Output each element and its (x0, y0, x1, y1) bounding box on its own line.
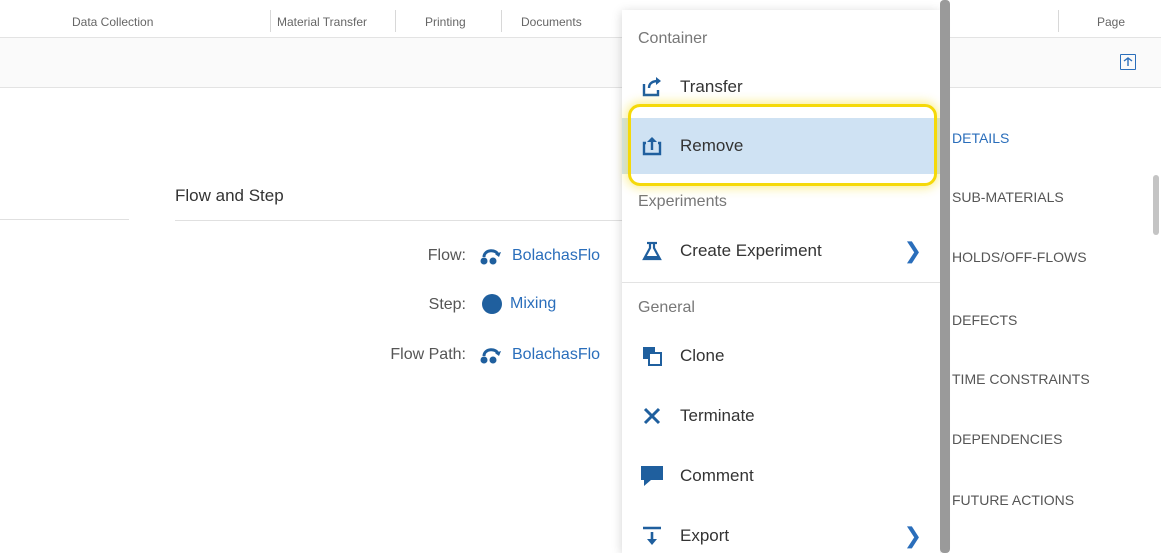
menu-item-terminate[interactable]: Terminate (622, 388, 940, 444)
context-menu: Container Transfer Remove Experiments Cr… (622, 10, 940, 553)
export-icon (640, 524, 664, 548)
tab-material-transfer[interactable]: Material Transfer (277, 0, 367, 38)
menu-scrollbar[interactable] (940, 0, 950, 553)
menu-item-label: Export (680, 526, 730, 545)
menu-item-remove[interactable]: Remove (622, 118, 940, 174)
flow-label: Flow: (427, 247, 466, 264)
step-link[interactable]: Mixing (482, 294, 556, 314)
nav-holds-off-flows[interactable]: HOLDS/OFF-FLOWS (952, 249, 1087, 265)
divider (0, 219, 129, 220)
chevron-right-icon: ❯ (903, 523, 922, 548)
flask-icon (640, 239, 664, 263)
nav-details[interactable]: DETAILS (952, 130, 1009, 146)
menu-item-label: Clone (680, 346, 725, 365)
tab-page[interactable]: Page (1097, 0, 1125, 38)
tab-printing[interactable]: Printing (425, 0, 466, 38)
tab-separator (270, 10, 271, 32)
menu-item-label: Remove (680, 136, 744, 155)
flow-link[interactable]: BolachasFlo (480, 246, 600, 266)
flow-path-label: Flow Path: (390, 346, 466, 363)
nav-dependencies[interactable]: DEPENDENCIES (952, 431, 1062, 447)
menu-item-label: Transfer (680, 77, 743, 96)
flow-path-value[interactable]: BolachasFlo (512, 346, 600, 364)
section-title: Flow and Step (175, 186, 284, 205)
flow-icon (480, 249, 501, 265)
top-tab-bar: Data Collection Material Transfer Printi… (0, 0, 1161, 38)
clone-icon (640, 344, 664, 368)
nav-time-constraints[interactable]: TIME CONSTRAINTS (952, 371, 1090, 387)
step-value[interactable]: Mixing (510, 295, 556, 313)
menu-section-header-general: General (638, 299, 695, 316)
tab-separator (501, 10, 502, 32)
tab-separator (395, 10, 396, 32)
menu-item-label: Terminate (680, 406, 755, 425)
menu-item-label: Create Experiment (680, 241, 822, 260)
chevron-right-icon: ❯ (903, 238, 922, 263)
remove-icon (640, 134, 664, 158)
menu-section-header-experiments: Experiments (638, 193, 727, 210)
menu-item-clone[interactable]: Clone (622, 328, 940, 384)
collapse-panel-button[interactable] (1120, 54, 1136, 70)
flow-path-link[interactable]: BolachasFlo (480, 345, 600, 365)
scrollbar[interactable] (1153, 175, 1159, 235)
step-dot-icon (482, 294, 502, 314)
menu-item-create-experiment[interactable]: Create Experiment ❯ (622, 223, 940, 279)
nav-sub-materials[interactable]: SUB-MATERIALS (952, 189, 1064, 205)
tab-separator (1058, 10, 1059, 32)
tab-documents[interactable]: Documents (521, 0, 582, 38)
transfer-icon (640, 75, 664, 99)
comment-icon (640, 464, 664, 488)
menu-item-label: Comment (680, 466, 754, 485)
menu-item-export[interactable]: Export ❯ (622, 508, 940, 553)
close-icon (640, 404, 664, 428)
nav-defects[interactable]: DEFECTS (952, 312, 1017, 328)
menu-divider (622, 282, 940, 283)
menu-item-transfer[interactable]: Transfer (622, 59, 940, 115)
flow-icon (480, 348, 501, 364)
section-divider (175, 220, 625, 221)
step-label: Step: (428, 296, 466, 313)
arrow-up-icon (1123, 57, 1133, 66)
menu-item-comment[interactable]: Comment (622, 448, 940, 504)
toolbar (0, 38, 1161, 88)
menu-section-header-container: Container (638, 30, 708, 47)
flow-value[interactable]: BolachasFlo (512, 247, 600, 265)
tab-data-collection[interactable]: Data Collection (72, 0, 153, 38)
nav-future-actions[interactable]: FUTURE ACTIONS (952, 492, 1074, 508)
